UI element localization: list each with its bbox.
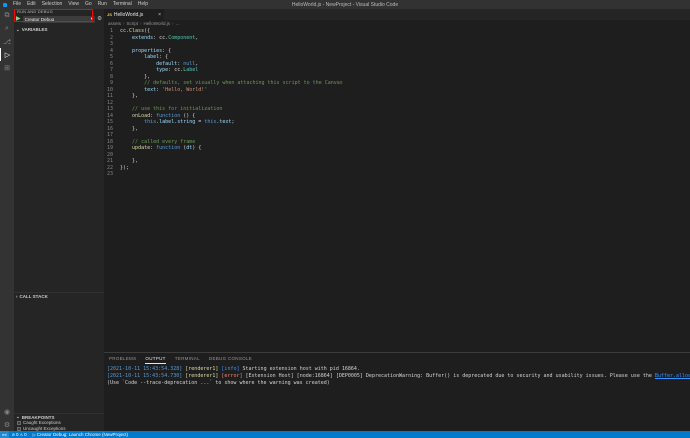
- panel-tab-debug-console[interactable]: DEBUG CONSOLE: [209, 353, 252, 364]
- call-stack-section-header[interactable]: › CALL STACK: [14, 292, 104, 299]
- account-icon[interactable]: ◉: [0, 405, 14, 418]
- tab-label: HelloWorld.js: [114, 12, 143, 18]
- run-and-debug-sidebar: RUN AND DEBUG ▶ Creator Debug ▾ ⚙ ⌄ VARI…: [14, 9, 104, 431]
- code-line[interactable]: 23: [104, 171, 690, 178]
- title-bar: FileEditSelectionViewGoRunTerminalHelp H…: [0, 0, 690, 9]
- chevron-down-icon: ⌄: [16, 27, 20, 33]
- breadcrumb-item[interactable]: assets: [108, 21, 121, 26]
- code-text: extends: cc.Component,: [120, 35, 198, 42]
- extensions-icon[interactable]: ⊞: [0, 61, 14, 74]
- code-editor[interactable]: 1cc.Class({2 extends: cc.Component,34 pr…: [104, 27, 690, 352]
- checkbox-icon[interactable]: [17, 427, 21, 431]
- js-file-icon: JS: [107, 12, 112, 17]
- breakpoint-label: Caught Exceptions: [23, 420, 61, 425]
- remote-indicator[interactable]: ><: [0, 431, 9, 438]
- panel-tab-terminal[interactable]: TERMINAL: [175, 353, 200, 364]
- chevron-right-icon: ›: [172, 21, 174, 26]
- tab-bar: JS HelloWorld.js ×: [104, 9, 690, 20]
- menu-item-selection[interactable]: Selection: [39, 0, 66, 9]
- menu-item-run[interactable]: Run: [95, 0, 110, 9]
- code-text: },: [120, 126, 138, 133]
- start-debug-button[interactable]: ▶: [16, 14, 21, 24]
- menu-item-view[interactable]: View: [65, 0, 82, 9]
- bottom-panel: PROBLEMS OUTPUT TERMINAL DEBUG CONSOLE [202…: [104, 352, 690, 431]
- panel-tab-bar: PROBLEMS OUTPUT TERMINAL DEBUG CONSOLE: [104, 353, 690, 364]
- chevron-right-icon: ›: [140, 21, 142, 26]
- panel-tab-output[interactable]: OUTPUT: [145, 353, 165, 364]
- breakpoint-row[interactable]: Caught Exceptions: [17, 420, 104, 425]
- menu-item-file[interactable]: File: [10, 0, 24, 9]
- menu-item-go[interactable]: Go: [82, 0, 95, 9]
- panel-tab-problems[interactable]: PROBLEMS: [109, 353, 136, 364]
- window-title: HelloWorld.js - NewProject - Visual Stud…: [160, 2, 530, 8]
- run-and-debug-icon[interactable]: ▷: [0, 48, 14, 61]
- output-console[interactable]: [2021-10-11 15:43:54.328] [renderer1] [i…: [104, 364, 690, 431]
- tab-helloworld[interactable]: JS HelloWorld.js ×: [104, 9, 164, 20]
- variables-section-header[interactable]: ⌄ VARIABLES: [14, 26, 104, 33]
- debug-config-dropdown[interactable]: Creator Debug ▾: [23, 16, 95, 23]
- output-line: [2021-10-11 15:43:54.730] [renderer1] [e…: [107, 373, 690, 380]
- explorer-icon[interactable]: ⧉: [0, 9, 14, 22]
- error-icon: ⊘: [12, 432, 15, 437]
- code-text: });: [120, 165, 129, 172]
- chevron-down-icon: ▾: [91, 16, 93, 22]
- breadcrumb: assets›Script›HelloWorld.js›…: [104, 20, 690, 27]
- debug-play-icon: ▷: [33, 432, 36, 437]
- menu-item-edit[interactable]: Edit: [24, 0, 39, 9]
- breadcrumb-item[interactable]: …: [175, 21, 180, 26]
- chevron-right-icon: ›: [123, 21, 125, 26]
- debug-config-label: Creator Debug: [25, 17, 55, 22]
- menu-item-help[interactable]: Help: [135, 0, 151, 9]
- editor: JS HelloWorld.js × assets›Script›HelloWo…: [104, 9, 690, 431]
- activity-bar: ⧉⌕⎇▷⊞ ◉⚙: [0, 9, 14, 431]
- debug-settings-icon[interactable]: ⚙: [97, 16, 102, 22]
- warning-icon: ⚠: [20, 432, 24, 437]
- chevron-right-icon: ›: [16, 294, 18, 299]
- output-link[interactable]: Buffer.alloc(): [655, 373, 690, 379]
- settings-icon[interactable]: ⚙: [0, 418, 14, 431]
- code-text: update: function (dt) {: [120, 145, 201, 152]
- breakpoints-section-header[interactable]: ⌄ BREAKPOINTS: [14, 413, 104, 420]
- output-line: (Use `Code --trace-deprecation ...` to s…: [107, 380, 690, 387]
- checkbox-icon[interactable]: [17, 421, 21, 425]
- code-text: },: [120, 93, 138, 100]
- line-number[interactable]: 23: [104, 171, 120, 178]
- breadcrumb-item[interactable]: HelloWorld.js: [144, 21, 170, 26]
- breadcrumb-item[interactable]: Script: [127, 21, 139, 26]
- search-icon[interactable]: ⌕: [0, 22, 14, 35]
- source-control-icon[interactable]: ⎇: [0, 35, 14, 48]
- status-bar: >< ⊘ 0 ⚠ 0 ▷ Creator Debug: Launch Chrom…: [0, 431, 690, 438]
- menu-bar: FileEditSelectionViewGoRunTerminalHelp: [10, 0, 151, 9]
- menu-item-terminal[interactable]: Terminal: [110, 0, 135, 9]
- output-line: [2021-10-11 15:43:54.328] [renderer1] [i…: [107, 366, 690, 373]
- debug-status[interactable]: ▷ Creator Debug: Launch Chrome (NewProje…: [30, 432, 131, 437]
- vscode-logo-icon: [3, 3, 7, 7]
- close-icon[interactable]: ×: [158, 12, 161, 18]
- debug-toolbar: ▶ Creator Debug ▾ ⚙: [14, 14, 104, 24]
- problems-status[interactable]: ⊘ 0 ⚠ 0: [9, 432, 30, 437]
